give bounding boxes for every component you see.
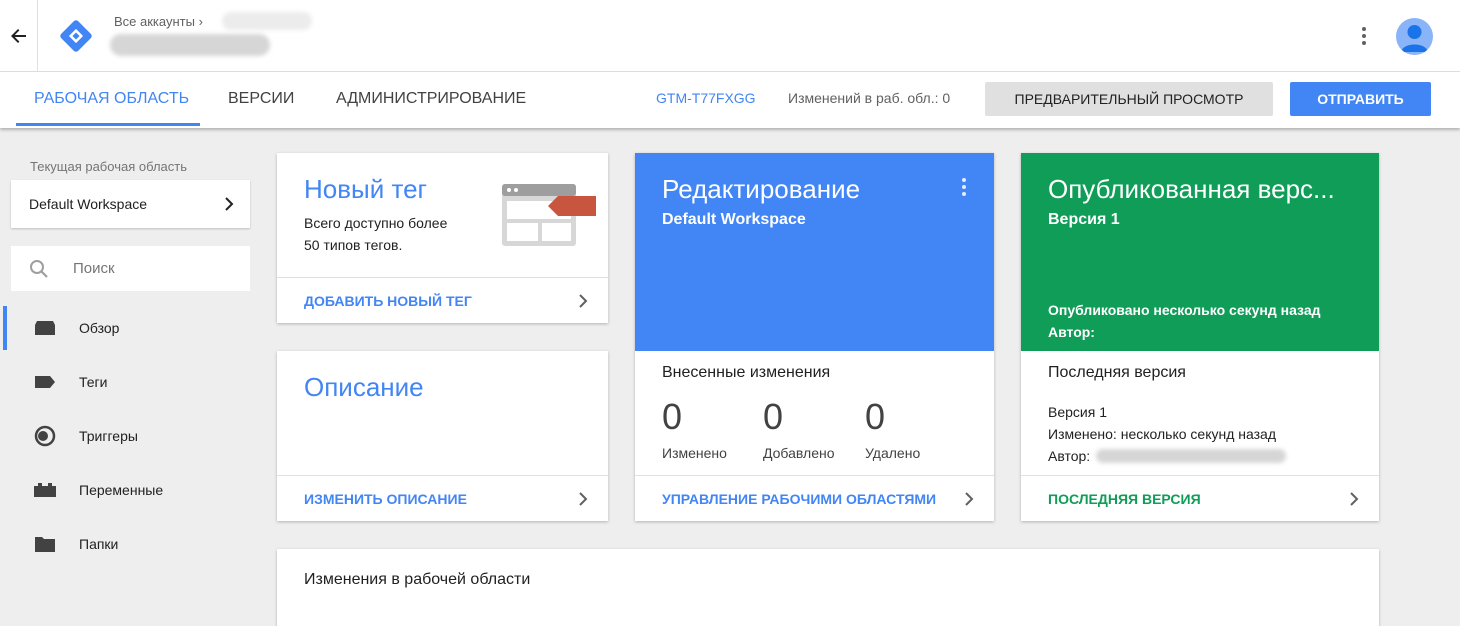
workspace-nav-bar: РАБОЧАЯ ОБЛАСТЬ ВЕРСИИ АДМИНИСТРИРОВАНИЕ… xyxy=(0,72,1460,128)
modified-label: Изменено xyxy=(662,445,727,461)
chevron-right-icon xyxy=(579,491,588,506)
latest-version-details: Версия 1 Изменено: несколько секунд наза… xyxy=(1048,401,1287,467)
editing-card-header: Редактирование Default Workspace xyxy=(635,153,994,351)
latest-version-author-row: Автор: xyxy=(1048,445,1287,467)
edit-description-label: ИЗМЕНИТЬ ОПИСАНИЕ xyxy=(304,490,467,507)
tab-workspace[interactable]: РАБОЧАЯ ОБЛАСТЬ xyxy=(16,72,200,126)
breadcrumb-all-accounts[interactable]: Все аккаунты › xyxy=(114,14,203,29)
arrow-back-icon xyxy=(10,29,26,43)
tag-icon xyxy=(33,370,57,394)
tab-admin[interactable]: АДМИНИСТРИРОВАНИЕ xyxy=(318,72,544,126)
published-version-card: Опубликованная верс... Версия 1 Опублико… xyxy=(1021,153,1379,521)
new-tag-title[interactable]: Новый тег xyxy=(304,174,427,205)
gtm-logo-icon[interactable] xyxy=(58,18,94,54)
account-avatar[interactable] xyxy=(1396,18,1433,55)
published-card-header: Опубликованная верс... Версия 1 Опублико… xyxy=(1021,153,1379,351)
submit-button[interactable]: ОТПРАВИТЬ xyxy=(1290,82,1431,116)
author-name-redacted xyxy=(1096,449,1287,463)
published-author: Автор: xyxy=(1048,324,1095,340)
top-app-bar: Все аккаунты › xyxy=(0,0,1460,72)
preview-button[interactable]: ПРЕДВАРИТЕЛЬНЫЙ ПРОСМОТР xyxy=(985,82,1273,116)
more-vert-icon[interactable] xyxy=(1352,24,1376,48)
account-circle-icon xyxy=(1401,25,1428,52)
sidebar-item-label: Триггеры xyxy=(79,428,138,444)
workspace-changes-count: Изменений в раб. обл.: 0 xyxy=(788,90,951,106)
editing-title: Редактирование xyxy=(662,174,861,204)
sidebar-item-label: Обзор xyxy=(79,320,120,336)
latest-version-label: ПОСЛЕДНЯЯ ВЕРСИЯ xyxy=(1048,490,1201,507)
tab-versions[interactable]: ВЕРСИИ xyxy=(210,72,312,126)
add-new-tag-label: ДОБАВИТЬ НОВЫЙ ТЕГ xyxy=(304,292,472,309)
published-title: Опубликованная верс... xyxy=(1048,174,1335,204)
sidebar-item-folders[interactable]: Папки xyxy=(0,522,270,566)
sidebar-search[interactable] xyxy=(11,246,250,291)
latest-version-title: Последняя версия xyxy=(1048,364,1186,381)
editing-card: Редактирование Default Workspace Внесенн… xyxy=(635,153,994,521)
search-input[interactable] xyxy=(73,260,223,277)
sidebar-item-triggers[interactable]: Триггеры xyxy=(0,414,270,458)
latest-version-link[interactable]: ПОСЛЕДНЯЯ ВЕРСИЯ xyxy=(1021,475,1379,521)
back-button[interactable] xyxy=(0,0,38,72)
editing-workspace-name: Default Workspace xyxy=(662,211,806,228)
new-tag-card: Новый тег Всего доступно более 50 типов … xyxy=(277,153,608,323)
published-time: Опубликовано несколько секунд назад xyxy=(1048,302,1321,318)
workspace-name: Default Workspace xyxy=(29,196,148,212)
manage-workspaces-link[interactable]: УПРАВЛЕНИЕ РАБОЧИМИ ОБЛАСТЯМИ xyxy=(635,475,994,521)
sidebar-item-overview[interactable]: Обзор xyxy=(0,306,270,350)
description-card: Описание ИЗМЕНИТЬ ОПИСАНИЕ xyxy=(277,351,608,521)
added-count: 0 xyxy=(763,396,784,437)
deleted-label: Удалено xyxy=(865,445,921,461)
workspace-changes-panel: Изменения в рабочей области xyxy=(277,549,1379,626)
edit-description-link[interactable]: ИЗМЕНИТЬ ОПИСАНИЕ xyxy=(277,475,608,521)
sidebar-item-label: Переменные xyxy=(79,482,164,498)
more-vert-icon[interactable] xyxy=(961,177,967,197)
latest-version-author: Автор: xyxy=(1048,448,1091,464)
modified-count: 0 xyxy=(662,396,683,437)
overview-icon xyxy=(33,316,57,340)
new-tag-description-line: Всего доступно более xyxy=(304,215,448,231)
description-title: Описание xyxy=(304,372,424,402)
chevron-right-icon xyxy=(579,293,588,308)
chevron-right-icon xyxy=(225,197,234,211)
account-name-redacted xyxy=(222,12,312,30)
changes-made-title: Внесенные изменения xyxy=(662,364,831,381)
add-new-tag-link[interactable]: ДОБАВИТЬ НОВЫЙ ТЕГ xyxy=(277,277,608,323)
folder-icon xyxy=(33,532,57,556)
tag-illustration-icon xyxy=(502,184,596,246)
latest-version-changed: Изменено: несколько секунд назад xyxy=(1048,426,1276,442)
sidebar-item-variables[interactable]: Переменные xyxy=(0,468,270,512)
new-tag-description: Всего доступно более 50 типов тегов. xyxy=(304,212,447,256)
sidebar-item-label: Теги xyxy=(79,374,108,390)
search-icon xyxy=(30,259,48,278)
container-name-redacted[interactable] xyxy=(110,34,270,56)
deleted-count: 0 xyxy=(865,396,886,437)
current-workspace-label: Текущая рабочая область xyxy=(30,159,187,174)
manage-workspaces-label: УПРАВЛЕНИЕ РАБОЧИМИ ОБЛАСТЯМИ xyxy=(662,490,937,507)
new-tag-description-line: 50 типов тегов. xyxy=(304,237,403,253)
added-label: Добавлено xyxy=(763,445,835,461)
latest-version-number: Версия 1 xyxy=(1048,404,1107,420)
chevron-right-icon xyxy=(1350,491,1359,506)
variable-icon xyxy=(33,478,57,502)
workspace-selector[interactable]: Default Workspace xyxy=(11,180,250,228)
published-version-number: Версия 1 xyxy=(1048,211,1120,228)
sidebar-item-tags[interactable]: Теги xyxy=(0,360,270,404)
workspace-changes-title: Изменения в рабочей области xyxy=(304,571,531,588)
trigger-icon xyxy=(33,424,57,448)
sidebar-item-label: Папки xyxy=(79,536,119,552)
container-id-link[interactable]: GTM-T77FXGG xyxy=(656,72,756,124)
chevron-right-icon xyxy=(965,491,974,506)
